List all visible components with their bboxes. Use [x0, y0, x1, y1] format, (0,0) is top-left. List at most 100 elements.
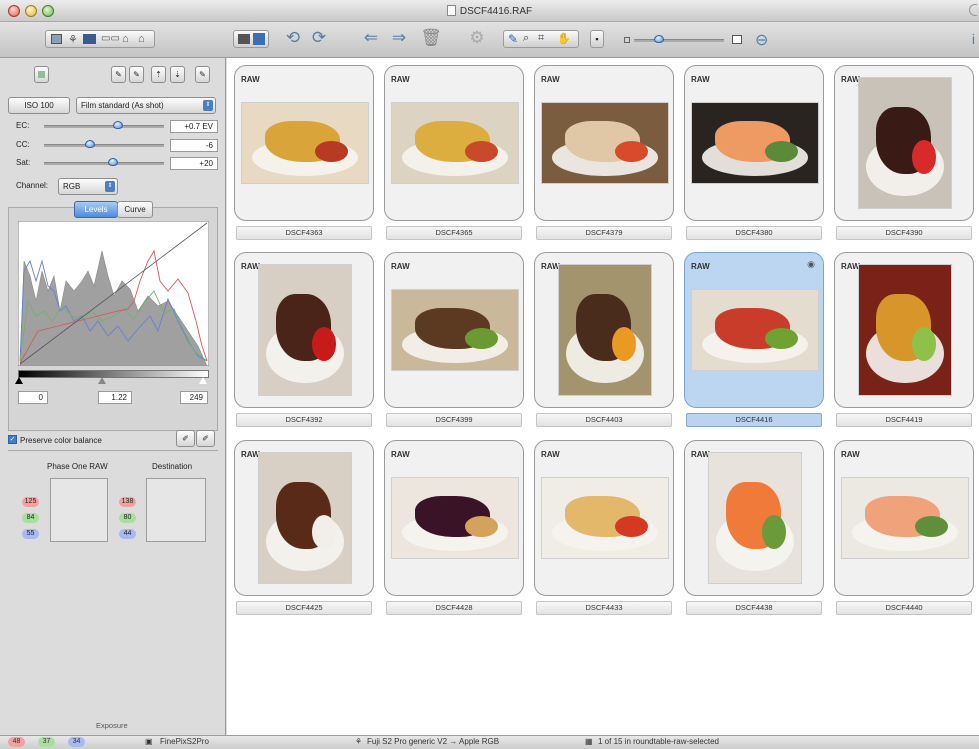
raw-badge: RAW — [391, 450, 410, 459]
thumbnail-caption[interactable]: DSCF4438 — [686, 601, 822, 615]
raw-badge: RAW — [841, 450, 860, 459]
loupe-view-icon[interactable]: ⚘ — [68, 33, 78, 46]
pick-white-button[interactable]: ✎ — [111, 66, 126, 83]
thumbnail-card[interactable]: RAW — [234, 65, 374, 221]
preserve-label: Preserve color balance — [20, 436, 102, 445]
thumbnail-card[interactable]: RAW ◉ — [684, 252, 824, 408]
tab-curve[interactable]: Curve — [117, 201, 153, 218]
color-tool-button[interactable] — [34, 66, 49, 83]
camera-view-icon[interactable]: ⌂ — [122, 33, 129, 45]
iso-field[interactable]: ISO 100 — [8, 97, 70, 114]
black-value[interactable]: 0 — [18, 391, 48, 404]
thumbnail-caption[interactable]: DSCF4403 — [536, 413, 672, 427]
thumbnail-card[interactable]: RAW — [384, 65, 524, 221]
garnish-shape — [615, 516, 648, 538]
eyedropper-button-2[interactable]: ✐ — [196, 430, 215, 447]
thumbnail-card[interactable]: RAW — [684, 440, 824, 596]
preserve-checkbox[interactable]: ✓ — [8, 435, 17, 444]
thumbnail-caption[interactable]: DSCF4363 — [236, 226, 372, 240]
thumbnail-card[interactable]: RAW — [534, 65, 674, 221]
zoom-out-icon[interactable]: ⊖ — [755, 30, 768, 50]
phase-green-value: 84 — [22, 513, 39, 523]
garnish-shape — [765, 141, 798, 163]
move-left-icon[interactable]: ⇐ — [360, 27, 382, 49]
thumb-size-slider[interactable] — [654, 35, 664, 43]
cc-value[interactable]: -6 — [170, 139, 218, 152]
preview-eye-icon[interactable]: ◉ — [807, 259, 815, 270]
arrow-up-icon: ⇡ — [155, 70, 162, 79]
gamma-value[interactable]: 1.22 — [98, 391, 132, 404]
thumbnail-caption[interactable]: DSCF4433 — [536, 601, 672, 615]
toolbar-toggle-button[interactable] — [969, 4, 977, 16]
thumbnail-card[interactable]: RAW — [384, 252, 524, 408]
thumbnail-card[interactable]: RAW — [534, 252, 674, 408]
thumbnail-card[interactable]: RAW — [234, 252, 374, 408]
black-point-handle[interactable] — [15, 377, 23, 384]
thumbnail-card[interactable]: RAW — [834, 252, 974, 408]
tab-levels[interactable]: Levels — [74, 201, 118, 218]
thumbnail-caption[interactable]: DSCF4399 — [386, 413, 522, 427]
rotate-left-icon[interactable]: ⟲ — [282, 27, 304, 49]
pick-gray-button[interactable]: ✎ — [129, 66, 144, 83]
status-bar: 48 37 34 ▣ FinePixS2Pro ⚘ Fuji S2 Pro ge… — [0, 735, 979, 749]
auto-button[interactable]: ✎ — [195, 66, 210, 83]
thumbnail-card[interactable]: RAW — [534, 440, 674, 596]
photo-thumbnail — [391, 289, 519, 371]
white-value[interactable]: 249 — [180, 391, 208, 404]
single-view-button[interactable]: ▪ — [590, 30, 604, 48]
thumbnail-card[interactable]: RAW — [384, 440, 524, 596]
exposure-tab-label[interactable]: Exposure — [96, 721, 128, 730]
channel-select[interactable]: RGB ⇕ — [58, 178, 118, 195]
thumbnail-card[interactable]: RAW — [684, 65, 824, 221]
info-view-icon[interactable]: ⌂ — [138, 33, 145, 45]
profile-icon: ⚘ — [355, 737, 363, 746]
thumbnail-caption[interactable]: DSCF4419 — [836, 413, 972, 427]
thumbnail-caption[interactable]: DSCF4365 — [386, 226, 522, 240]
thumbnail-card[interactable]: RAW — [834, 440, 974, 596]
thumbnail-caption[interactable]: DSCF4390 — [836, 226, 972, 240]
filmstrip-icon[interactable] — [238, 34, 250, 44]
levels-up-button[interactable]: ⇡ — [151, 66, 166, 83]
thumbnail-caption[interactable]: DSCF4416 — [686, 413, 822, 427]
pick-tool-icon[interactable]: ✎ — [508, 32, 518, 46]
ec-value[interactable]: +0.7 EV — [170, 120, 218, 133]
color-profile: Fuji S2 Pro generic V2 → Apple RGB — [367, 737, 500, 746]
thumbnail-caption[interactable]: DSCF4392 — [236, 413, 372, 427]
sidebar-view-icon[interactable] — [51, 34, 62, 44]
film-mode-select[interactable]: Film standard (As shot) ⇕ — [76, 97, 216, 114]
eyedropper-button-1[interactable]: ✐ — [176, 430, 195, 447]
crop-tool-icon[interactable]: ⌗ — [538, 32, 544, 45]
rotate-right-icon[interactable]: ⟳ — [308, 27, 330, 49]
sat-slider[interactable] — [108, 158, 118, 166]
hand-tool-icon[interactable]: ✋ — [557, 32, 571, 45]
ec-slider[interactable] — [113, 121, 123, 129]
thumbnail-caption[interactable]: DSCF4428 — [386, 601, 522, 615]
thumbnail-caption[interactable]: DSCF4440 — [836, 601, 972, 615]
photo-thumbnail — [691, 102, 819, 184]
photo-thumbnail — [841, 477, 969, 559]
white-point-handle[interactable] — [199, 377, 207, 384]
phase-blue-value: 55 — [22, 529, 39, 539]
thumbnail-caption[interactable]: DSCF4380 — [686, 226, 822, 240]
document-icon — [446, 5, 456, 16]
thumbnail-caption[interactable]: DSCF4425 — [236, 601, 372, 615]
cc-slider[interactable] — [85, 140, 95, 148]
trash-icon[interactable]: 🗑 — [420, 27, 442, 49]
compare-view-icon[interactable]: ▭▭ — [101, 33, 120, 44]
title-bar: DSCF4416.RAF — [0, 0, 979, 22]
levels-down-button[interactable]: ⇣ — [170, 66, 185, 83]
thumbnail-caption[interactable]: DSCF4379 — [536, 226, 672, 240]
photo-thumbnail — [391, 477, 519, 559]
move-right-icon[interactable]: ⇒ — [388, 27, 410, 49]
grid-icon[interactable] — [253, 33, 265, 45]
zoom-tool-icon[interactable]: ⌕ — [523, 32, 529, 45]
help-icon[interactable]: i — [972, 31, 975, 47]
thumbnail-card[interactable]: RAW — [834, 65, 974, 221]
sat-value[interactable]: +20 — [170, 157, 218, 170]
browser-view-icon[interactable] — [83, 34, 96, 44]
raw-badge: RAW — [541, 450, 560, 459]
dest-green-value: 80 — [119, 513, 136, 523]
process-icon[interactable]: ⚙ — [466, 27, 488, 49]
gamma-handle[interactable] — [98, 377, 106, 384]
thumbnail-card[interactable]: RAW — [234, 440, 374, 596]
